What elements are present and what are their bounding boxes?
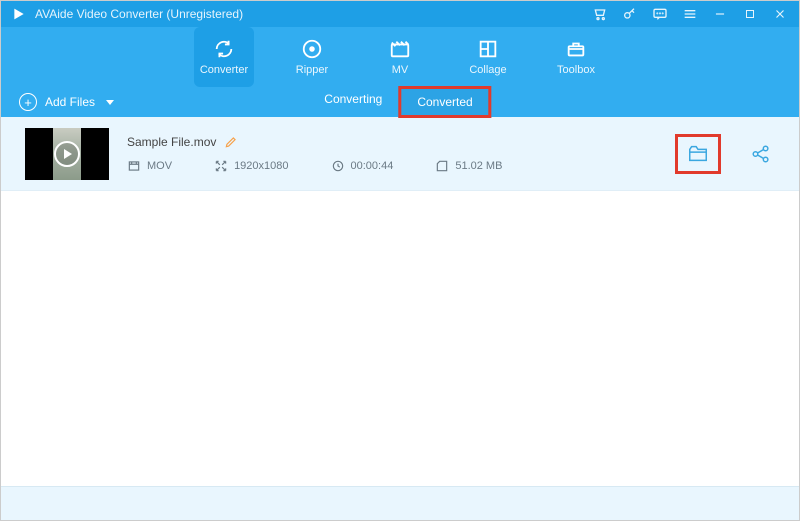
nav-label: Collage xyxy=(469,64,506,76)
tab-converting[interactable]: Converting xyxy=(308,86,398,118)
nav-converter[interactable]: Converter xyxy=(194,27,254,87)
converter-icon xyxy=(213,38,235,60)
maximize-button[interactable] xyxy=(741,5,759,23)
format-icon xyxy=(127,159,141,173)
cart-icon[interactable] xyxy=(591,5,609,23)
add-files-label: Add Files xyxy=(45,95,95,109)
menu-icon[interactable] xyxy=(681,5,699,23)
file-resolution: 1920x1080 xyxy=(234,160,288,172)
rename-button[interactable] xyxy=(224,135,238,149)
minimize-button[interactable] xyxy=(711,5,729,23)
collage-icon xyxy=(477,38,499,60)
nav-label: Toolbox xyxy=(557,64,595,76)
nav-toolbox[interactable]: Toolbox xyxy=(546,27,606,87)
tab-converted[interactable]: Converted xyxy=(398,86,491,118)
nav-collage[interactable]: Collage xyxy=(458,27,518,87)
file-row: Sample File.mov MOV 1920x1080 00:00:44 5… xyxy=(1,117,799,191)
resolution-icon xyxy=(214,159,228,173)
app-title: AVAide Video Converter (Unregistered) xyxy=(35,7,591,21)
nav-mv[interactable]: MV xyxy=(370,27,430,87)
main-nav: Converter Ripper MV Collage Toolbox xyxy=(1,27,799,87)
chevron-down-icon xyxy=(106,100,114,105)
feedback-icon[interactable] xyxy=(651,5,669,23)
nav-label: Ripper xyxy=(296,64,328,76)
play-icon xyxy=(54,141,80,167)
nav-label: MV xyxy=(392,64,409,76)
file-meta: MOV 1920x1080 00:00:44 51.02 MB xyxy=(127,159,657,173)
row-actions xyxy=(675,134,775,174)
plus-icon: + xyxy=(19,93,37,111)
bottom-bar xyxy=(1,486,799,520)
file-info: Sample File.mov MOV 1920x1080 00:00:44 5… xyxy=(127,135,657,173)
file-duration: 00:00:44 xyxy=(351,160,394,172)
video-thumbnail[interactable] xyxy=(25,128,109,180)
file-name: Sample File.mov xyxy=(127,135,216,149)
file-format: MOV xyxy=(147,160,172,172)
close-button[interactable] xyxy=(771,5,789,23)
ripper-icon xyxy=(301,38,323,60)
key-icon[interactable] xyxy=(621,5,639,23)
subbar: + Add Files Converting Converted xyxy=(1,87,799,117)
nav-ripper[interactable]: Ripper xyxy=(282,27,342,87)
add-files-button[interactable]: + Add Files xyxy=(19,93,114,111)
status-tabs: Converting Converted xyxy=(308,86,491,118)
duration-icon xyxy=(331,159,345,173)
open-folder-highlight xyxy=(675,134,721,174)
window-controls xyxy=(591,5,789,23)
file-size: 51.02 MB xyxy=(455,160,502,172)
app-logo-icon xyxy=(11,6,27,22)
open-folder-button[interactable] xyxy=(684,140,712,168)
titlebar: AVAide Video Converter (Unregistered) xyxy=(1,1,799,27)
toolbox-icon xyxy=(565,38,587,60)
share-button[interactable] xyxy=(747,140,775,168)
nav-label: Converter xyxy=(200,64,248,76)
size-icon xyxy=(435,159,449,173)
mv-icon xyxy=(389,38,411,60)
